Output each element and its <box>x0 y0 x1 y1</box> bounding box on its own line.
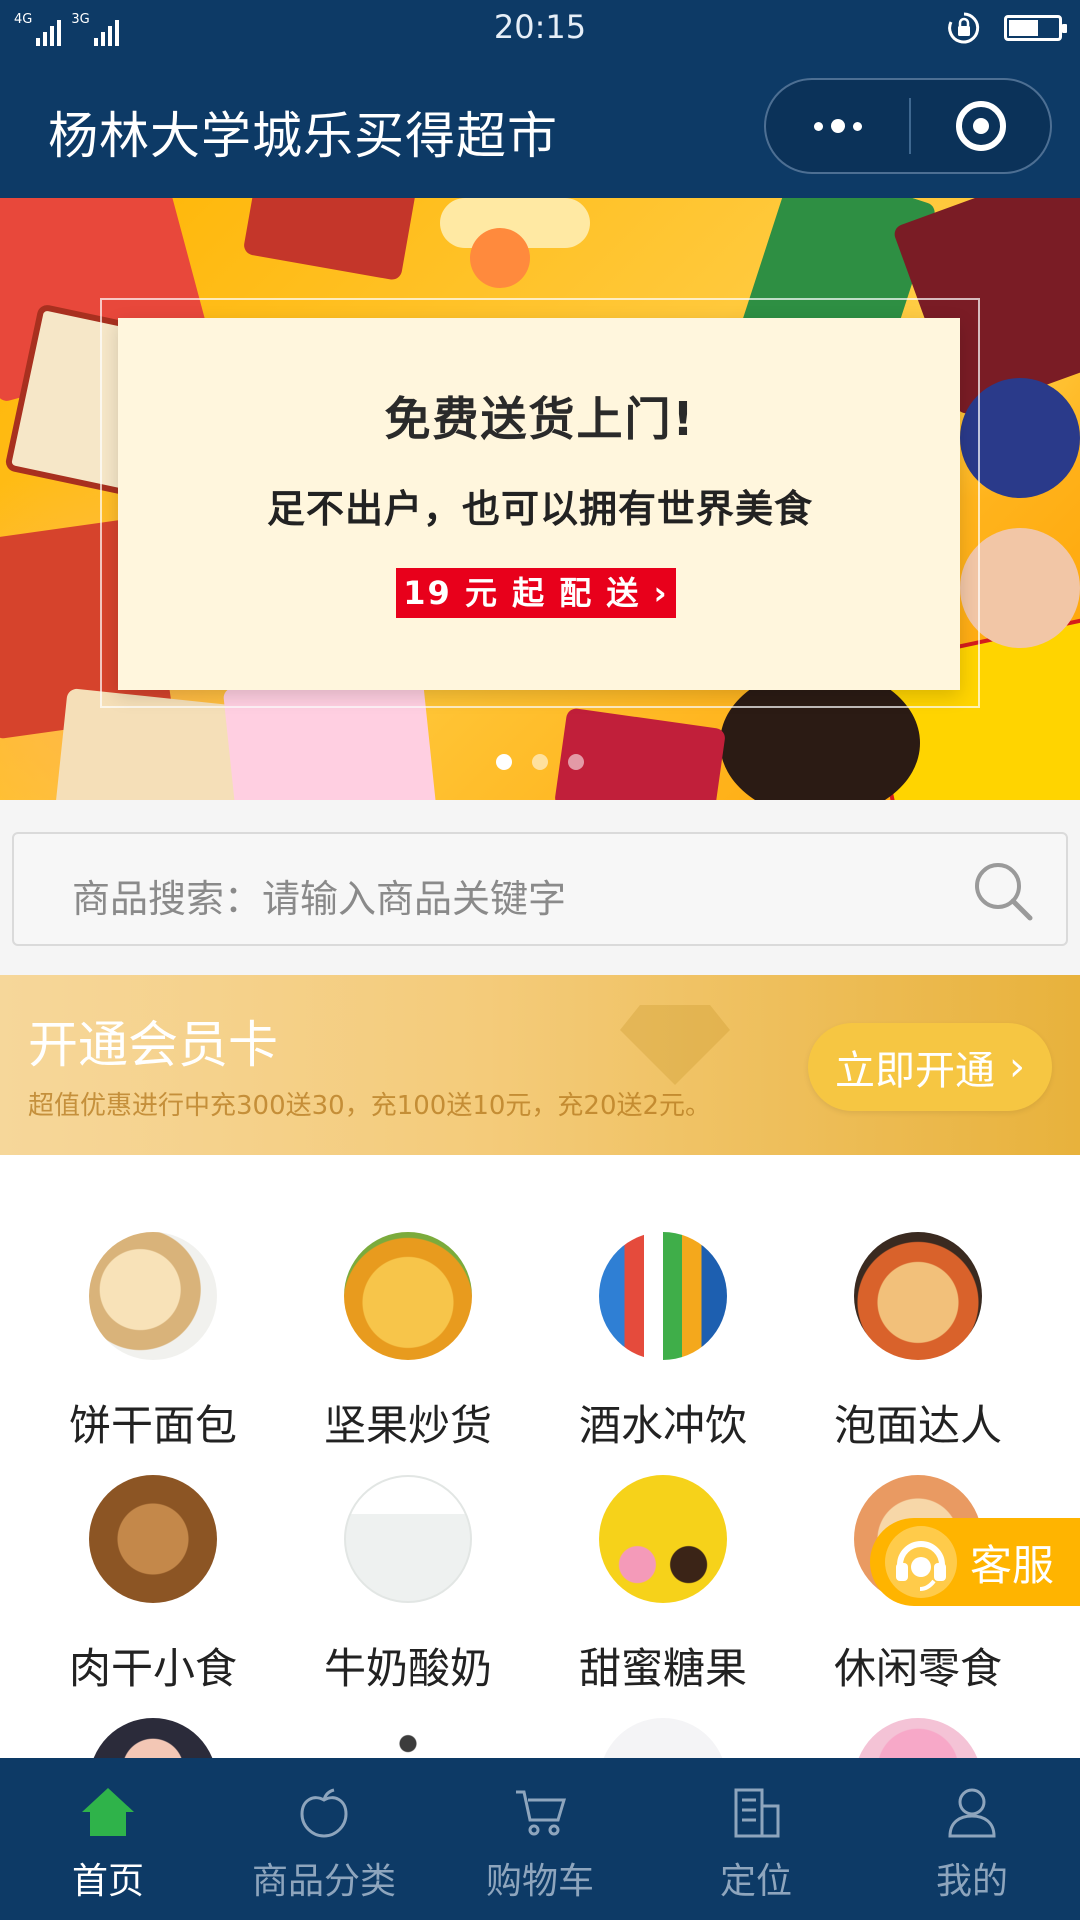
category-item-partial[interactable] <box>599 1718 727 1758</box>
milk-icon <box>344 1475 472 1603</box>
mini-program-capsule <box>764 78 1052 174</box>
banner-headline: 免费送货上门! <box>384 392 696 446</box>
activate-member-button[interactable]: 立即开通 › <box>808 1023 1052 1111</box>
nav-bar: 杨林大学城乐买得超市 <box>0 56 1080 198</box>
banner-decoration <box>470 228 530 288</box>
category-label: 甜蜜糖果 <box>578 1644 747 1693</box>
category-item[interactable]: 肉干小食 <box>18 1421 288 1693</box>
drinks-icon <box>599 1232 727 1360</box>
battery-level <box>1009 20 1038 36</box>
diamond-icon <box>620 1005 730 1085</box>
member-description: 超值优惠进行中充300送30，充100送10元，充20送2元。 <box>28 1091 712 1121</box>
tab-label: 首页 <box>71 1861 144 1902</box>
user-icon <box>948 1788 996 1838</box>
home-icon <box>82 1788 134 1836</box>
noodles-icon <box>854 1232 982 1360</box>
tab-cart[interactable]: 购物车 <box>432 1758 648 1920</box>
rotation-lock-icon <box>948 12 980 44</box>
category-grid: 饼干面包 坚果炒货 酒水冲饮 泡面达人 肉干小食 牛奶酸奶 甜蜜糖果 休闲零食 <box>0 1178 1080 1758</box>
jerky-icon <box>89 1475 217 1603</box>
category-item[interactable]: 饼干面包 <box>18 1178 288 1450</box>
min-order-badge: 19 元 起 配 送 › <box>396 568 676 618</box>
building-icon <box>734 1788 780 1838</box>
banner-subline: 足不出户，也可以拥有世界美食 <box>266 487 813 531</box>
category-item[interactable]: 牛奶酸奶 <box>273 1421 543 1693</box>
activate-member-label: 立即开通 <box>835 1048 995 1094</box>
apple-icon <box>300 1788 348 1838</box>
tab-label: 定位 <box>719 1861 792 1902</box>
member-title: 开通会员卡 <box>28 1016 278 1074</box>
tab-home[interactable]: 首页 <box>0 1758 216 1920</box>
chevron-right-icon: › <box>1009 1044 1025 1090</box>
category-item[interactable]: 坚果炒货 <box>273 1178 543 1450</box>
customer-service-label: 客服 <box>970 1540 1055 1590</box>
carousel-dot[interactable] <box>568 754 584 770</box>
category-label: 肉干小食 <box>68 1644 237 1693</box>
tab-profile[interactable]: 我的 <box>864 1758 1080 1920</box>
tab-label: 商品分类 <box>251 1861 396 1902</box>
promo-banner[interactable]: 免费送货上门! 足不出户，也可以拥有世界美食 19 元 起 配 送 › <box>0 198 1080 800</box>
category-item-partial[interactable] <box>854 1718 982 1758</box>
category-item-partial[interactable] <box>89 1718 217 1758</box>
tab-label: 我的 <box>935 1861 1008 1902</box>
status-time: 20:15 <box>493 8 587 46</box>
search-placeholder: 商品搜索：请输入商品关键字 <box>72 877 567 921</box>
search-icon[interactable] <box>970 858 1036 924</box>
category-item-partial[interactable] <box>344 1718 472 1758</box>
carousel-dot[interactable] <box>532 754 548 770</box>
tab-location[interactable]: 定位 <box>648 1758 864 1920</box>
status-bar: 4G 3G 20:15 <box>0 0 1080 56</box>
headset-icon <box>885 1526 957 1598</box>
bottom-tab-bar: 首页 商品分类 购物车 定位 我的 <box>0 1758 1080 1920</box>
target-close-icon[interactable] <box>911 80 1050 172</box>
battery-icon <box>1004 15 1067 41</box>
category-label: 牛奶酸奶 <box>323 1644 492 1693</box>
category-item[interactable]: 甜蜜糖果 <box>528 1421 798 1693</box>
carousel-indicators[interactable] <box>0 754 1080 770</box>
tab-label: 购物车 <box>485 1861 594 1902</box>
page-title: 杨林大学城乐买得超市 <box>48 107 558 165</box>
category-item[interactable]: 酒水冲饮 <box>528 1178 798 1450</box>
chips-icon <box>344 1232 472 1360</box>
candy-icon <box>599 1475 727 1603</box>
cart-icon <box>516 1790 567 1836</box>
category-label: 休闲零食 <box>833 1644 1002 1693</box>
search-section: 商品搜索：请输入商品关键字 <box>0 800 1080 975</box>
tab-categories[interactable]: 商品分类 <box>216 1758 432 1920</box>
member-card-banner[interactable]: 开通会员卡 超值优惠进行中充300送30，充100送10元，充20送2元。 立即… <box>0 975 1080 1155</box>
banner-decoration <box>242 198 418 282</box>
customer-service-button[interactable]: 客服 <box>870 1518 1080 1606</box>
search-input[interactable]: 商品搜索：请输入商品关键字 <box>12 832 1068 946</box>
more-dots-icon[interactable] <box>766 80 909 172</box>
category-item[interactable]: 泡面达人 <box>783 1178 1053 1450</box>
bread-icon <box>89 1232 217 1360</box>
carousel-dot[interactable] <box>496 754 512 770</box>
